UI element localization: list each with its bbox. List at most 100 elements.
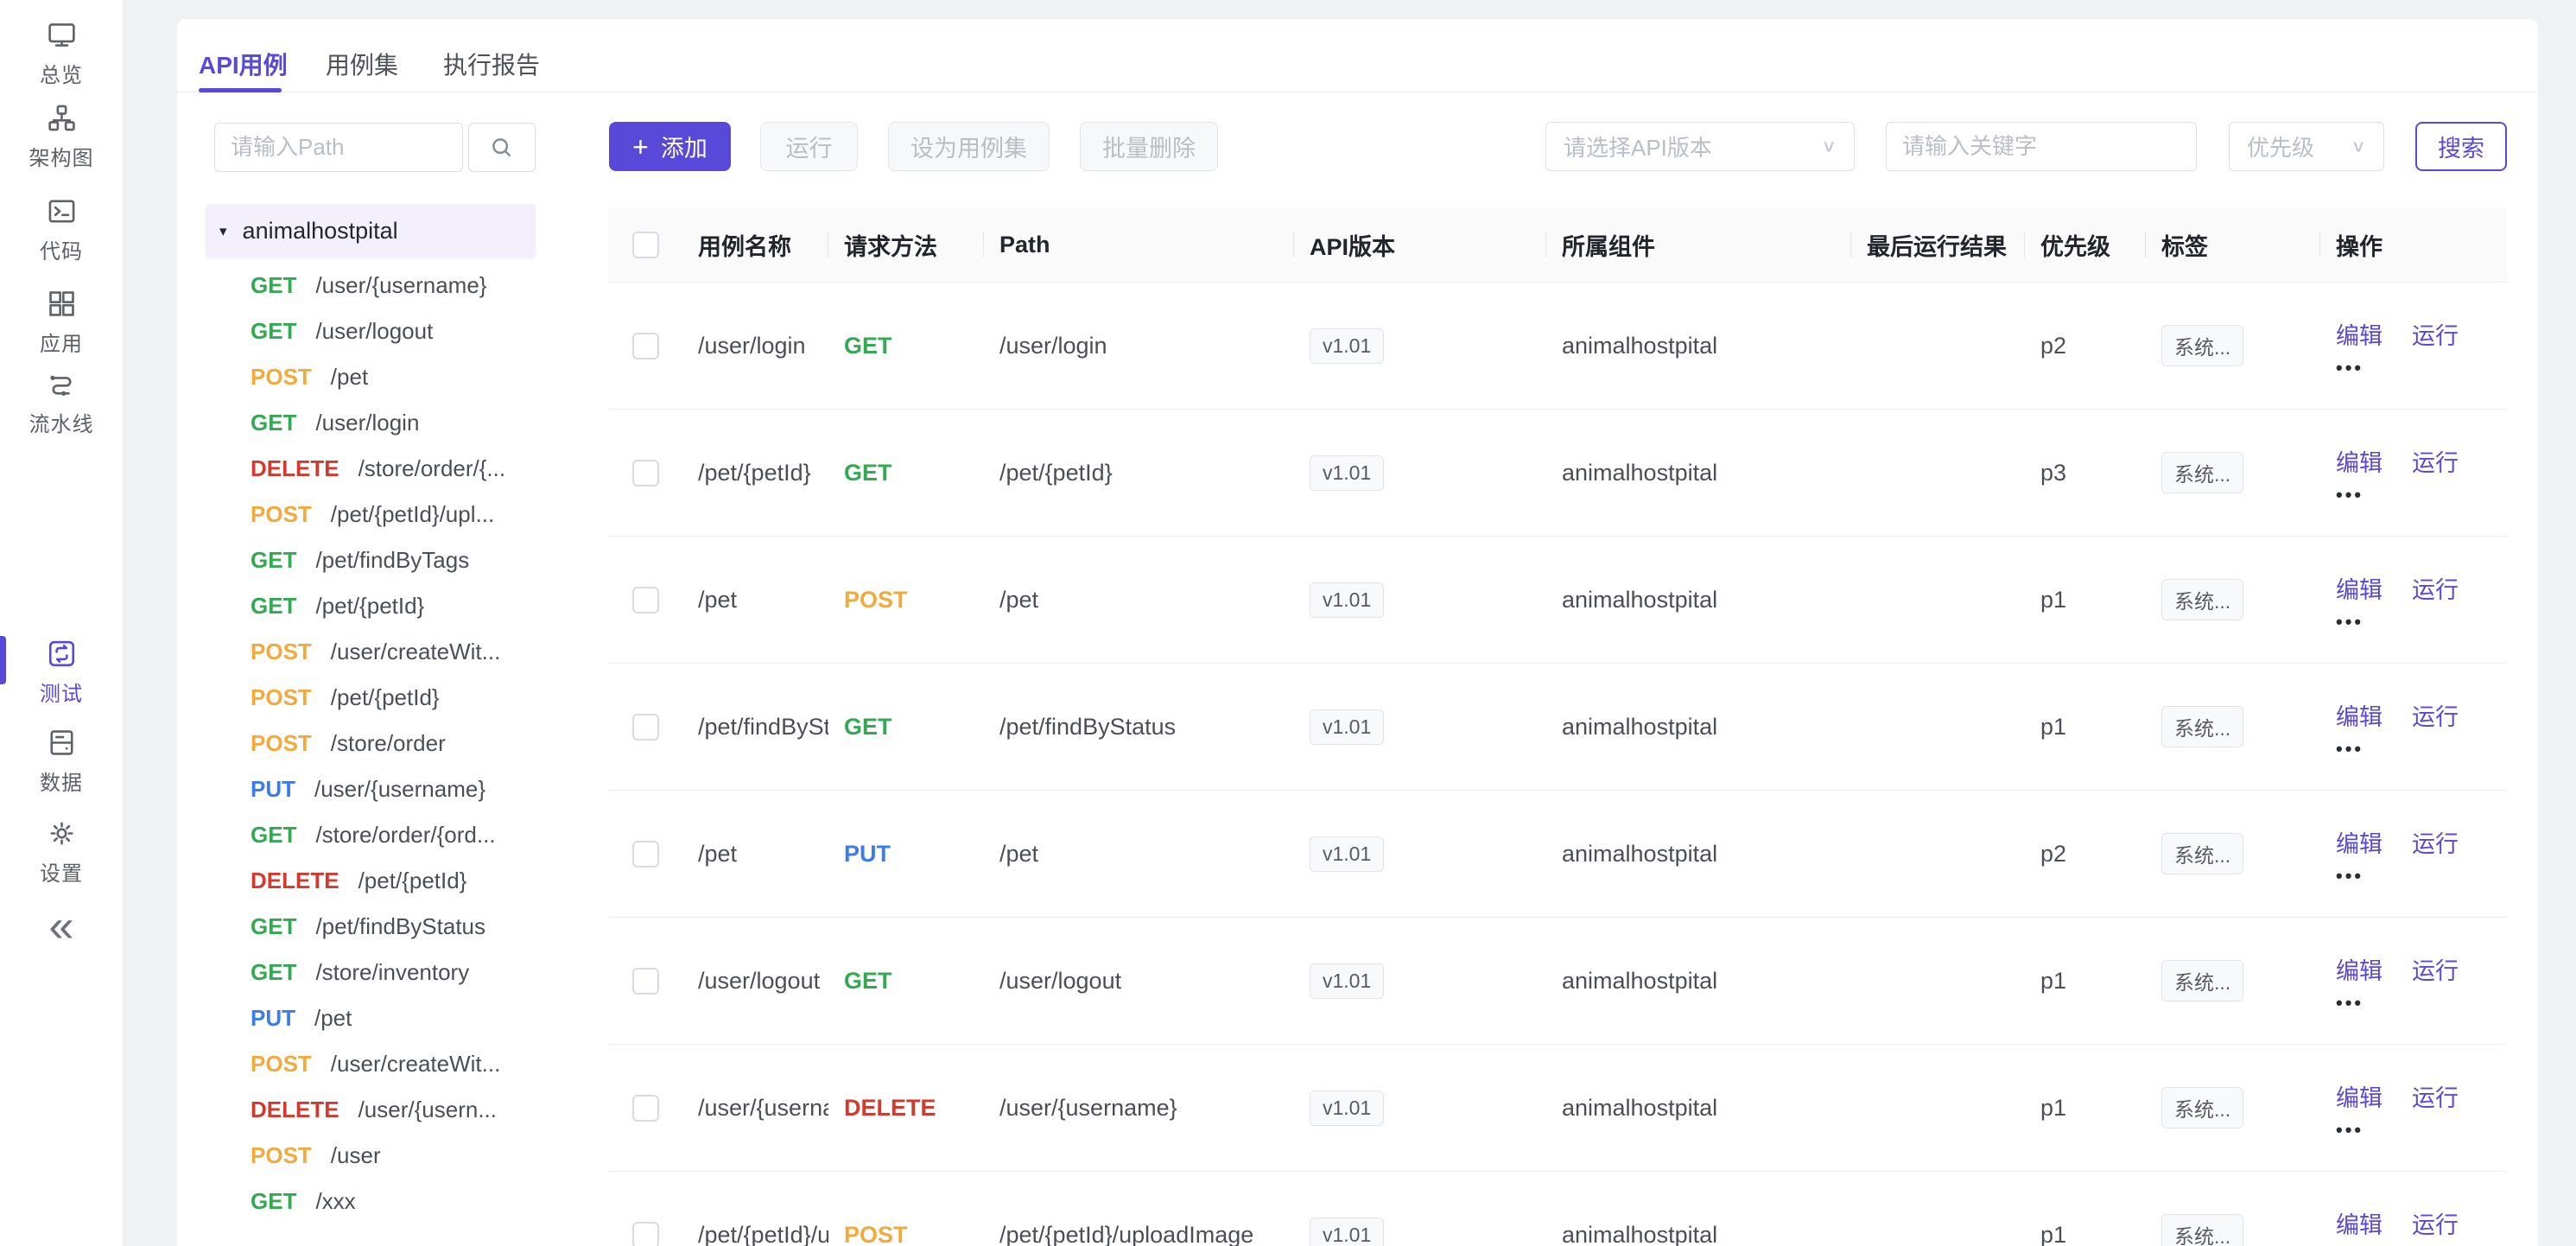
tree-endpoint-item[interactable]: GET /pet/findByTags <box>206 537 536 583</box>
tab-api-cases[interactable]: API用例 <box>199 47 288 81</box>
row-checkbox[interactable] <box>632 1222 659 1246</box>
tree-endpoint-item[interactable]: POST /user <box>206 1133 536 1179</box>
tab-case-suites[interactable]: 用例集 <box>326 47 398 81</box>
method-badge: PUT <box>251 1005 295 1032</box>
cell-component: animalhostpital <box>1546 968 1851 995</box>
sidebar-item-data[interactable]: 数据 <box>0 727 123 796</box>
sidebar-item-apps[interactable]: 应用 <box>0 288 123 357</box>
cell-path: /user/{username} <box>984 1095 1294 1122</box>
api-version-tag: v1.01 <box>1310 709 1384 745</box>
sidebar-item-architecture[interactable]: 架构图 <box>0 102 123 171</box>
edit-link[interactable]: 编辑 <box>2336 698 2382 732</box>
table-row: /user/login GET /user/login v1.01 animal… <box>609 283 2507 410</box>
edit-link[interactable]: 编辑 <box>2336 571 2382 605</box>
sidebar-item-test[interactable]: 测试 <box>0 638 123 707</box>
cell-case-name: /pet/{petId}/u... <box>682 1222 828 1246</box>
set-as-suite-button[interactable]: 设为用例集 <box>888 122 1050 171</box>
select-all-checkbox[interactable] <box>632 232 659 258</box>
path-search-button[interactable] <box>468 123 536 172</box>
edit-link[interactable]: 编辑 <box>2336 825 2382 859</box>
row-checkbox[interactable] <box>632 841 659 868</box>
tree-endpoint-item[interactable]: PUT /user/{username} <box>206 766 536 812</box>
col-api-version: API版本 <box>1294 207 1546 282</box>
row-checkbox[interactable] <box>632 460 659 486</box>
sidebar-item-pipeline[interactable]: 流水线 <box>0 368 123 437</box>
cell-request-method: GET <box>828 714 984 741</box>
sidebar-item-code[interactable]: 代码 <box>0 195 123 264</box>
more-actions-icon[interactable]: ••• <box>2336 742 2507 756</box>
table-row: /pet PUT /pet v1.01 animalhostpital p2 系… <box>609 791 2507 918</box>
row-checkbox[interactable] <box>632 968 659 995</box>
tree-endpoint-item[interactable]: GET /user/logout <box>206 308 536 354</box>
tree-endpoint-item[interactable]: DELETE /pet/{petId} <box>206 858 536 904</box>
batch-delete-button[interactable]: 批量删除 <box>1080 122 1218 171</box>
edit-link[interactable]: 编辑 <box>2336 1206 2382 1240</box>
collapse-sidebar-icon[interactable]: « <box>0 904 123 949</box>
tree-endpoint-item[interactable]: GET /pet/findByStatus <box>206 904 536 950</box>
endpoint-path: /pet/{petId} <box>358 868 467 894</box>
tree-endpoint-item[interactable]: POST /pet <box>206 354 536 400</box>
cell-actions: 编辑 运行 ••• <box>2320 317 2507 375</box>
tree-endpoint-item[interactable]: GET /user/login <box>206 400 536 446</box>
run-link[interactable]: 运行 <box>2412 317 2459 351</box>
path-search-input[interactable] <box>214 123 463 172</box>
tree-root-node[interactable]: ▾ animalhostpital <box>206 204 536 258</box>
more-actions-icon[interactable]: ••• <box>2336 488 2507 502</box>
run-link[interactable]: 运行 <box>2412 952 2459 986</box>
test-sync-icon <box>46 638 78 670</box>
add-button[interactable]: + 添加 <box>609 122 731 171</box>
endpoint-path: /user/createWit... <box>331 1051 501 1078</box>
row-checkbox[interactable] <box>632 333 659 359</box>
more-actions-icon[interactable]: ••• <box>2336 869 2507 883</box>
sidebar-item-overview[interactable]: 总览 <box>0 19 123 88</box>
run-link[interactable]: 运行 <box>2412 571 2459 605</box>
tree-endpoint-item[interactable]: GET /store/order/{ord... <box>206 812 536 858</box>
more-actions-icon[interactable]: ••• <box>2336 615 2507 629</box>
edit-link[interactable]: 编辑 <box>2336 317 2382 351</box>
tree-endpoint-item[interactable]: POST /pet/{petId}/upl... <box>206 492 536 537</box>
app-sidebar: 总览 架构图 代码 应用 流水线 测试 数据 设置 « <box>0 0 124 1246</box>
run-link[interactable]: 运行 <box>2412 825 2459 859</box>
row-checkbox[interactable] <box>632 714 659 741</box>
edit-link[interactable]: 编辑 <box>2336 444 2382 478</box>
sidebar-item-label: 架构图 <box>29 141 94 171</box>
more-actions-icon[interactable]: ••• <box>2336 361 2507 375</box>
run-button[interactable]: 运行 <box>760 122 858 171</box>
tree-endpoint-item[interactable]: GET /store/inventory <box>206 950 536 995</box>
run-link[interactable]: 运行 <box>2412 698 2459 732</box>
sidebar-item-settings[interactable]: 设置 <box>0 817 123 887</box>
tag-badge: 系统... <box>2161 452 2243 493</box>
priority-select[interactable]: 优先级 ∨ <box>2229 122 2384 171</box>
tree-endpoint-item[interactable]: GET /user/{username} <box>206 263 536 308</box>
tree-endpoint-item[interactable]: POST /user/createWit... <box>206 629 536 675</box>
tree-endpoint-item[interactable]: DELETE /user/{usern... <box>206 1087 536 1133</box>
run-link[interactable]: 运行 <box>2412 444 2459 478</box>
api-version-select[interactable]: 请选择API版本 ∨ <box>1545 122 1855 171</box>
method-badge: PUT <box>251 776 295 803</box>
cell-component: animalhostpital <box>1546 333 1851 359</box>
method-badge: DELETE <box>251 1097 339 1123</box>
edit-link[interactable]: 编辑 <box>2336 1079 2382 1113</box>
row-checkbox[interactable] <box>632 587 659 613</box>
cell-component: animalhostpital <box>1546 1095 1851 1122</box>
tab-run-reports[interactable]: 执行报告 <box>443 47 540 81</box>
tree-endpoint-item[interactable]: POST /user/createWit... <box>206 1041 536 1087</box>
search-button[interactable]: 搜索 <box>2415 122 2507 171</box>
tree-endpoint-item[interactable]: POST /store/order <box>206 721 536 766</box>
tree-endpoint-item[interactable]: POST /pet/{petId} <box>206 675 536 721</box>
tree-endpoint-item[interactable]: GET /xxx <box>206 1179 536 1224</box>
edit-link[interactable]: 编辑 <box>2336 952 2382 986</box>
keyword-input[interactable] <box>1886 122 2197 171</box>
endpoint-path: /pet/findByStatus <box>315 913 485 940</box>
row-checkbox[interactable] <box>632 1095 659 1122</box>
api-version-tag: v1.01 <box>1310 455 1384 491</box>
tree-endpoint-item[interactable]: GET /pet/{petId} <box>206 583 536 629</box>
tree-endpoint-item[interactable]: PUT /pet <box>206 995 536 1041</box>
endpoint-path: /xxx <box>315 1188 355 1215</box>
run-link[interactable]: 运行 <box>2412 1206 2459 1240</box>
cell-case-name: /pet/{petId} <box>682 460 828 486</box>
tree-endpoint-item[interactable]: DELETE /store/order/{... <box>206 446 536 492</box>
run-link[interactable]: 运行 <box>2412 1079 2459 1113</box>
more-actions-icon[interactable]: ••• <box>2336 1123 2507 1137</box>
more-actions-icon[interactable]: ••• <box>2336 996 2507 1010</box>
